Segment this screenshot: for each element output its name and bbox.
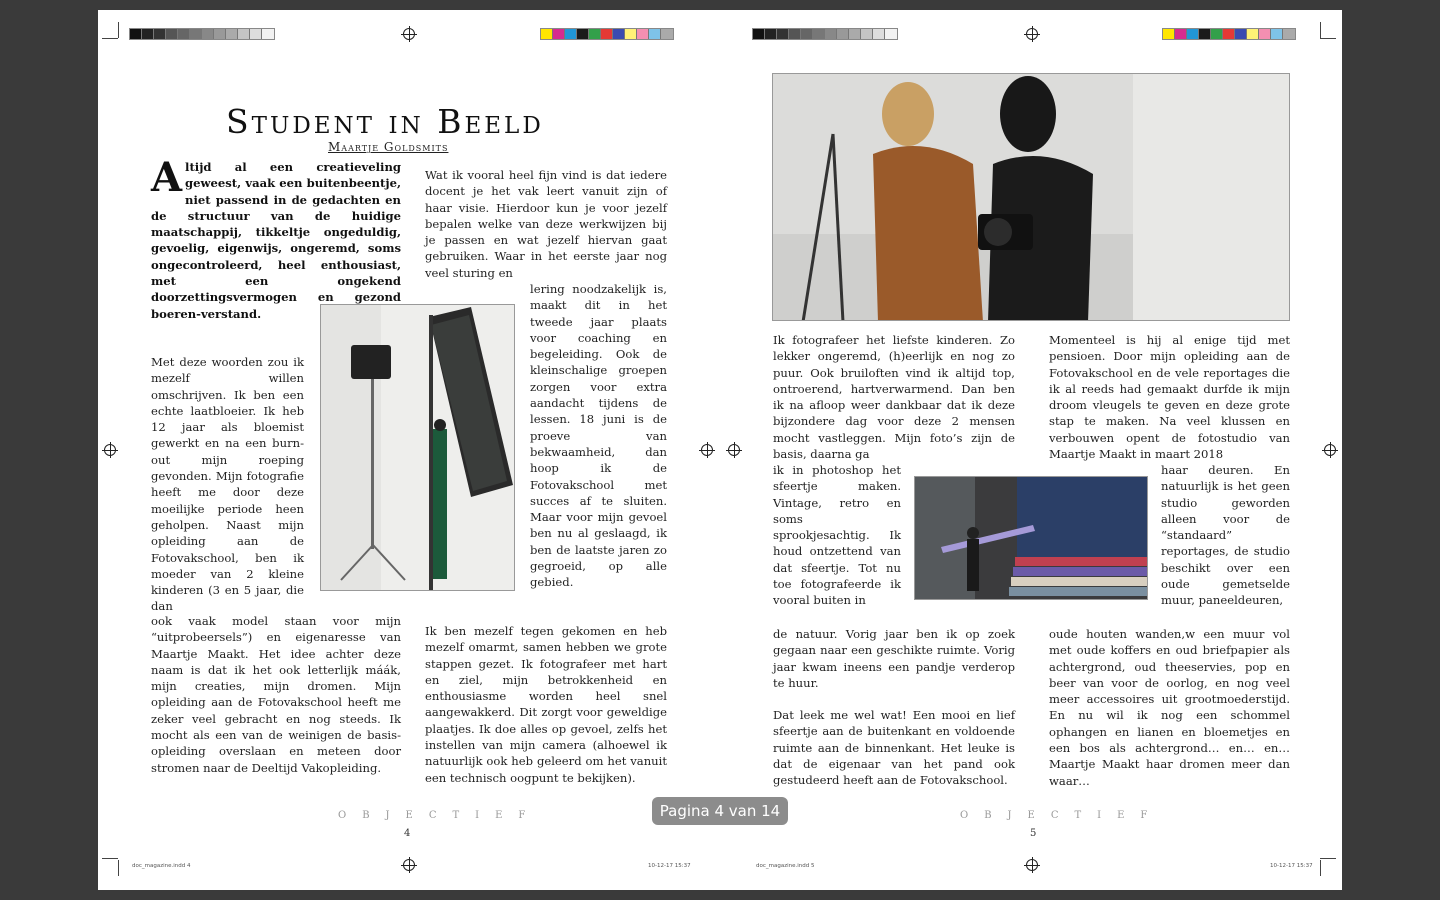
registration-mark	[1024, 26, 1040, 42]
calibration-swatch	[541, 29, 553, 39]
calibration-swatch	[837, 29, 849, 39]
crop-mark	[118, 860, 119, 876]
calibration-swatch	[649, 29, 661, 39]
body-text: oude houten wanden,w een muur vol met ou…	[1049, 627, 1290, 788]
two-women-camera-illustration	[773, 74, 1289, 320]
calibration-swatch	[166, 29, 178, 39]
calibration-swatch	[142, 29, 154, 39]
calibration-swatch	[1247, 29, 1259, 39]
calibration-swatch	[1199, 29, 1211, 39]
backdrop-rolls-illustration	[915, 477, 1147, 599]
crop-mark	[102, 858, 118, 859]
calibration-swatch	[1211, 29, 1223, 39]
registration-mark	[699, 442, 715, 458]
body-text: ik in photoshop het sfeertje maken. Vint…	[773, 463, 901, 608]
body-text: haar deuren. En natuurlijk is het geen s…	[1161, 463, 1290, 608]
calibration-swatch	[226, 29, 238, 39]
body-text: Ik fotografeer het liefste kinderen. Zo …	[773, 333, 1015, 462]
body-text: Dat leek me wel wat! Een mooi en lief sf…	[773, 708, 1015, 788]
page-number: 4	[404, 828, 411, 839]
registration-mark	[102, 442, 118, 458]
calibration-swatch	[202, 29, 214, 39]
body-text: Momenteel is hij al enige tijd met pensi…	[1049, 333, 1290, 462]
calibration-swatch	[813, 29, 825, 39]
calibration-swatch	[154, 29, 166, 39]
lead-paragraph: Altijd al een creatieveling geweest, vaa…	[151, 154, 401, 321]
calibration-swatch	[565, 29, 577, 39]
calibration-swatch	[214, 29, 226, 39]
calibration-swatch	[1259, 29, 1271, 39]
calibration-swatch	[777, 29, 789, 39]
right-page: Ik fotografeer het liefste kinderen. Zo …	[720, 10, 1342, 890]
footer-magazine-name: OBJECTIEF	[960, 810, 1164, 821]
calibration-swatch	[577, 29, 589, 39]
article-title: Student in Beeld	[226, 102, 544, 141]
body-text: ook vaak model staan voor mijn “uitprobe…	[151, 614, 401, 775]
body-text: lering noodzakelijk is, maakt dit in het…	[530, 282, 667, 590]
photo-two-women-camera	[772, 73, 1290, 321]
registration-mark	[401, 857, 417, 873]
calibration-swatch	[625, 29, 637, 39]
body-text: Wat ik vooral heel fijn vind is dat iede…	[425, 168, 667, 280]
calibration-swatch	[849, 29, 861, 39]
photo-studio-light	[320, 304, 515, 591]
grey-calibration-bar	[129, 28, 275, 40]
calibration-swatch	[262, 29, 274, 39]
crop-mark	[102, 38, 118, 39]
calibration-swatch	[1187, 29, 1199, 39]
calibration-swatch	[613, 29, 625, 39]
footer-magazine-name: OBJECTIEF	[338, 810, 542, 821]
calibration-swatch	[238, 29, 250, 39]
registration-mark	[401, 26, 417, 42]
calibration-swatch	[589, 29, 601, 39]
slug-timestamp: 10-12-17 15:37	[1270, 863, 1313, 869]
slug-filename: doc_magazine.indd 4	[132, 863, 191, 869]
author-byline: Maartje Goldsmits	[328, 140, 449, 154]
left-page: Student in Beeld Maartje Goldsmits Altij…	[98, 10, 720, 890]
photo-studio-backdrops	[914, 476, 1148, 600]
calibration-swatch	[801, 29, 813, 39]
calibration-swatch	[190, 29, 202, 39]
calibration-swatch	[789, 29, 801, 39]
calibration-swatch	[1235, 29, 1247, 39]
calibration-swatch	[873, 29, 885, 39]
calibration-swatch	[1223, 29, 1235, 39]
page-indicator: Pagina 4 van 14	[652, 797, 788, 825]
crop-mark	[118, 22, 119, 38]
crop-mark	[1320, 38, 1336, 39]
calibration-swatch	[1271, 29, 1283, 39]
registration-mark	[1024, 857, 1040, 873]
calibration-swatch	[250, 29, 262, 39]
crop-mark	[1320, 22, 1321, 38]
color-calibration-bar	[540, 28, 674, 40]
calibration-swatch	[661, 29, 673, 39]
body-text: de natuur. Vorig jaar ben ik op zoek geg…	[773, 627, 1015, 690]
calibration-swatch	[130, 29, 142, 39]
calibration-swatch	[861, 29, 873, 39]
drop-cap: A	[151, 154, 183, 201]
registration-mark	[726, 442, 742, 458]
calibration-swatch	[765, 29, 777, 39]
body-text: Ik ben mezelf tegen gekomen en heb mezel…	[425, 624, 667, 785]
calibration-swatch	[1175, 29, 1187, 39]
calibration-swatch	[825, 29, 837, 39]
calibration-swatch	[601, 29, 613, 39]
color-calibration-bar	[1162, 28, 1296, 40]
calibration-swatch	[885, 29, 897, 39]
calibration-swatch	[1163, 29, 1175, 39]
body-text: Met deze woorden zou ik mezelf willen om…	[151, 355, 304, 614]
crop-mark	[1320, 858, 1336, 859]
crop-mark	[1320, 860, 1321, 876]
calibration-swatch	[637, 29, 649, 39]
slug-filename: doc_magazine.indd 5	[756, 863, 815, 869]
calibration-swatch	[1283, 29, 1295, 39]
grey-calibration-bar	[752, 28, 898, 40]
page-number: 5	[1030, 828, 1037, 839]
studio-light-illustration	[321, 305, 514, 590]
calibration-swatch	[553, 29, 565, 39]
calibration-swatch	[178, 29, 190, 39]
slug-timestamp: 10-12-17 15:37	[648, 863, 691, 869]
calibration-swatch	[753, 29, 765, 39]
registration-mark	[1322, 442, 1338, 458]
